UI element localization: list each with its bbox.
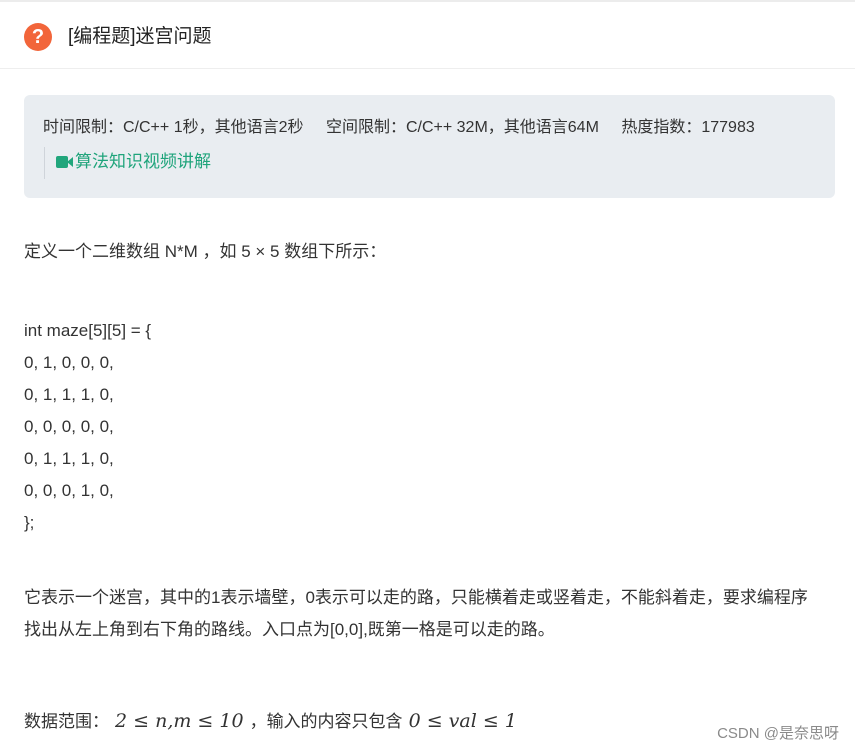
heat-index: 热度指数：177983 bbox=[621, 119, 755, 136]
video-camera-icon bbox=[56, 156, 68, 168]
time-limit: 时间限制：C/C++ 1秒，其他语言2秒 bbox=[43, 119, 304, 136]
range-expression-val: 0 ≤ val ≤ 1 bbox=[408, 710, 517, 732]
video-explanation-link[interactable]: 算法知识视频讲解 bbox=[56, 150, 211, 174]
data-range: 数据范围： 2 ≤ n,m ≤ 10 ，输入的内容只包含 0 ≤ val ≤ 1 bbox=[24, 705, 523, 738]
limits-row: 时间限制：C/C++ 1秒，其他语言2秒 空间限制：C/C++ 32M，其他语言… bbox=[43, 117, 755, 139]
range-expression-nm: 2 ≤ n,m ≤ 10 bbox=[115, 710, 244, 732]
question-header: ? [编程题]迷宫问题 bbox=[0, 2, 855, 69]
watermark: CSDN @是奈思呀 bbox=[717, 725, 839, 742]
code-line: 0, 1, 1, 1, 0, bbox=[24, 385, 114, 404]
range-separator: ， bbox=[249, 712, 267, 731]
page-title: [编程题]迷宫问题 bbox=[68, 26, 212, 47]
explain-line-2: 找出从左上角到右下角的路线。入口点为[0,0],既第一格是可以走的路。 bbox=[24, 620, 555, 639]
code-block: int maze[5][5] = { 0, 1, 0, 0, 0, 0, 1, … bbox=[24, 315, 151, 539]
code-line: 0, 1, 0, 0, 0, bbox=[24, 353, 114, 372]
code-line: }; bbox=[24, 513, 35, 532]
intro-text: 定义一个二维数组 N*M ，如 5 × 5 数组下所示： bbox=[24, 242, 387, 261]
code-line: 0, 1, 1, 1, 0, bbox=[24, 449, 114, 468]
code-line: 0, 0, 0, 1, 0, bbox=[24, 481, 114, 500]
code-line: 0, 0, 0, 0, 0, bbox=[24, 417, 114, 436]
range-text: 输入的内容只包含 bbox=[266, 712, 403, 731]
space-limit: 空间限制：C/C++ 32M，其他语言64M bbox=[325, 119, 599, 136]
video-link-label: 算法知识视频讲解 bbox=[75, 152, 211, 171]
code-line: int maze[5][5] = { bbox=[24, 321, 152, 340]
info-panel: 时间限制：C/C++ 1秒，其他语言2秒 空间限制：C/C++ 32M，其他语言… bbox=[24, 95, 835, 198]
divider bbox=[44, 147, 45, 179]
question-circle-icon: ? bbox=[24, 23, 52, 51]
explain-line-1: 它表示一个迷宫，其中的1表示墙壁，0表示可以走的路，只能横着走或竖着走，不能斜着… bbox=[24, 588, 808, 607]
range-label: 数据范围： bbox=[24, 712, 109, 731]
